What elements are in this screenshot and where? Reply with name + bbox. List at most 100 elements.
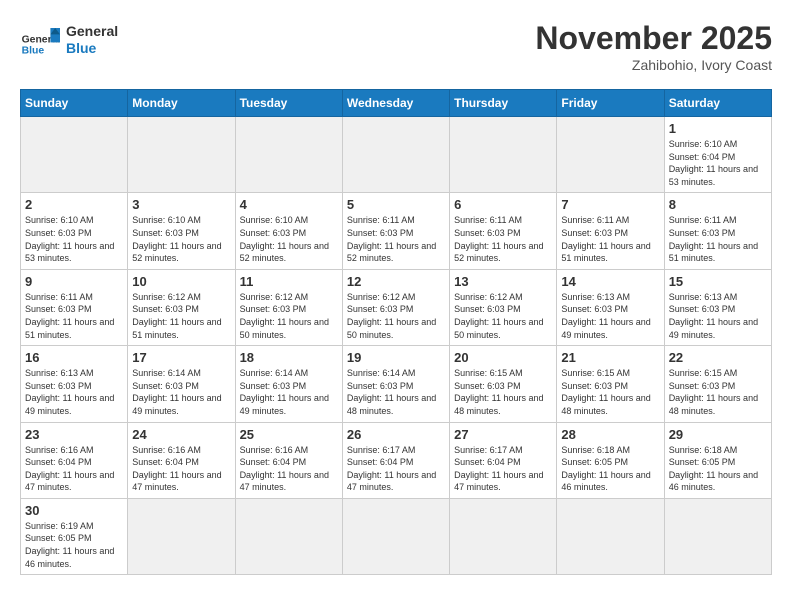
calendar-cell [664,498,771,574]
calendar-cell: 12 Sunrise: 6:12 AM Sunset: 6:03 PM Dayli… [342,269,449,345]
calendar-cell: 30 Sunrise: 6:19 AM Sunset: 6:05 PM Dayli… [21,498,128,574]
day-number: 6 [454,197,552,212]
day-info: Sunrise: 6:11 AM Sunset: 6:03 PM Dayligh… [25,291,123,341]
day-info: Sunrise: 6:17 AM Sunset: 6:04 PM Dayligh… [347,444,445,494]
day-info: Sunrise: 6:11 AM Sunset: 6:03 PM Dayligh… [669,214,767,264]
calendar-cell: 15 Sunrise: 6:13 AM Sunset: 6:03 PM Dayli… [664,269,771,345]
calendar-cell: 8 Sunrise: 6:11 AM Sunset: 6:03 PM Daylig… [664,193,771,269]
calendar-cell [557,498,664,574]
day-info: Sunrise: 6:19 AM Sunset: 6:05 PM Dayligh… [25,520,123,570]
svg-text:Blue: Blue [22,46,45,57]
calendar-week-1: 1 Sunrise: 6:10 AM Sunset: 6:04 PM Daylig… [21,117,772,193]
day-info: Sunrise: 6:10 AM Sunset: 6:04 PM Dayligh… [669,138,767,188]
day-info: Sunrise: 6:13 AM Sunset: 6:03 PM Dayligh… [561,291,659,341]
day-number: 13 [454,274,552,289]
calendar-cell: 14 Sunrise: 6:13 AM Sunset: 6:03 PM Dayli… [557,269,664,345]
calendar-week-4: 16 Sunrise: 6:13 AM Sunset: 6:03 PM Dayli… [21,346,772,422]
day-info: Sunrise: 6:17 AM Sunset: 6:04 PM Dayligh… [454,444,552,494]
calendar-body: 1 Sunrise: 6:10 AM Sunset: 6:04 PM Daylig… [21,117,772,575]
calendar-cell: 6 Sunrise: 6:11 AM Sunset: 6:03 PM Daylig… [450,193,557,269]
day-number: 2 [25,197,123,212]
day-info: Sunrise: 6:14 AM Sunset: 6:03 PM Dayligh… [240,367,338,417]
day-number: 16 [25,350,123,365]
day-number: 19 [347,350,445,365]
day-number: 7 [561,197,659,212]
day-info: Sunrise: 6:16 AM Sunset: 6:04 PM Dayligh… [240,444,338,494]
day-info: Sunrise: 6:12 AM Sunset: 6:03 PM Dayligh… [132,291,230,341]
day-info: Sunrise: 6:12 AM Sunset: 6:03 PM Dayligh… [454,291,552,341]
day-info: Sunrise: 6:13 AM Sunset: 6:03 PM Dayligh… [669,291,767,341]
calendar-cell: 4 Sunrise: 6:10 AM Sunset: 6:03 PM Daylig… [235,193,342,269]
day-number: 5 [347,197,445,212]
day-number: 14 [561,274,659,289]
day-number: 11 [240,274,338,289]
day-info: Sunrise: 6:15 AM Sunset: 6:03 PM Dayligh… [561,367,659,417]
day-number: 20 [454,350,552,365]
day-header-friday: Friday [557,90,664,117]
calendar-cell: 24Sunrise: 6:16 AM Sunset: 6:04 PM Dayli… [128,422,235,498]
calendar-cell: 22Sunrise: 6:15 AM Sunset: 6:03 PM Dayli… [664,346,771,422]
calendar-cell: 10Sunrise: 6:12 AM Sunset: 6:03 PM Dayli… [128,269,235,345]
day-info: Sunrise: 6:11 AM Sunset: 6:03 PM Dayligh… [561,214,659,264]
day-number: 4 [240,197,338,212]
logo-blue-text: Blue [66,40,118,57]
day-info: Sunrise: 6:10 AM Sunset: 6:03 PM Dayligh… [25,214,123,264]
title-block: November 2025 Zahibohio, Ivory Coast [535,20,772,73]
day-number: 27 [454,427,552,442]
calendar-table: SundayMondayTuesdayWednesdayThursdayFrid… [20,89,772,575]
day-number: 29 [669,427,767,442]
day-number: 22 [669,350,767,365]
day-number: 1 [669,121,767,136]
day-number: 18 [240,350,338,365]
calendar-cell: 9 Sunrise: 6:11 AM Sunset: 6:03 PM Daylig… [21,269,128,345]
calendar-cell: 21Sunrise: 6:15 AM Sunset: 6:03 PM Dayli… [557,346,664,422]
calendar-cell: 19 Sunrise: 6:14 AM Sunset: 6:03 PM Dayli… [342,346,449,422]
day-info: Sunrise: 6:12 AM Sunset: 6:03 PM Dayligh… [240,291,338,341]
day-number: 12 [347,274,445,289]
calendar-cell: 28Sunrise: 6:18 AM Sunset: 6:05 PM Dayli… [557,422,664,498]
calendar-cell: 29 Sunrise: 6:18 AM Sunset: 6:05 PM Dayli… [664,422,771,498]
day-info: Sunrise: 6:16 AM Sunset: 6:04 PM Dayligh… [132,444,230,494]
day-number: 30 [25,503,123,518]
logo-icon: General Blue [20,20,60,60]
day-header-wednesday: Wednesday [342,90,449,117]
day-of-week-row: SundayMondayTuesdayWednesdayThursdayFrid… [21,90,772,117]
page-header: General Blue General Blue November 2025 … [20,20,772,73]
day-info: Sunrise: 6:10 AM Sunset: 6:03 PM Dayligh… [240,214,338,264]
calendar-cell [342,117,449,193]
calendar-cell [557,117,664,193]
calendar-cell: 3Sunrise: 6:10 AM Sunset: 6:03 PM Daylig… [128,193,235,269]
calendar-cell [450,498,557,574]
day-number: 25 [240,427,338,442]
day-info: Sunrise: 6:12 AM Sunset: 6:03 PM Dayligh… [347,291,445,341]
calendar-cell: 27 Sunrise: 6:17 AM Sunset: 6:04 PM Dayli… [450,422,557,498]
calendar-week-2: 2 Sunrise: 6:10 AM Sunset: 6:03 PM Daylig… [21,193,772,269]
calendar-week-3: 9 Sunrise: 6:11 AM Sunset: 6:03 PM Daylig… [21,269,772,345]
calendar-cell: 25 Sunrise: 6:16 AM Sunset: 6:04 PM Dayli… [235,422,342,498]
day-info: Sunrise: 6:14 AM Sunset: 6:03 PM Dayligh… [347,367,445,417]
calendar-cell [235,498,342,574]
calendar-cell: 13 Sunrise: 6:12 AM Sunset: 6:03 PM Dayli… [450,269,557,345]
day-number: 9 [25,274,123,289]
day-info: Sunrise: 6:18 AM Sunset: 6:05 PM Dayligh… [561,444,659,494]
day-info: Sunrise: 6:18 AM Sunset: 6:05 PM Dayligh… [669,444,767,494]
day-info: Sunrise: 6:11 AM Sunset: 6:03 PM Dayligh… [454,214,552,264]
day-number: 15 [669,274,767,289]
calendar-cell: 17Sunrise: 6:14 AM Sunset: 6:03 PM Dayli… [128,346,235,422]
calendar-cell: 23 Sunrise: 6:16 AM Sunset: 6:04 PM Dayli… [21,422,128,498]
calendar-cell [128,498,235,574]
calendar-cell: 5 Sunrise: 6:11 AM Sunset: 6:03 PM Daylig… [342,193,449,269]
day-number: 23 [25,427,123,442]
day-info: Sunrise: 6:13 AM Sunset: 6:03 PM Dayligh… [25,367,123,417]
day-info: Sunrise: 6:15 AM Sunset: 6:03 PM Dayligh… [454,367,552,417]
month-title: November 2025 [535,20,772,57]
day-info: Sunrise: 6:16 AM Sunset: 6:04 PM Dayligh… [25,444,123,494]
day-number: 17 [132,350,230,365]
logo: General Blue General Blue [20,20,118,60]
calendar-cell: 18 Sunrise: 6:14 AM Sunset: 6:03 PM Dayli… [235,346,342,422]
calendar-cell [450,117,557,193]
day-info: Sunrise: 6:11 AM Sunset: 6:03 PM Dayligh… [347,214,445,264]
calendar-cell: 11 Sunrise: 6:12 AM Sunset: 6:03 PM Dayli… [235,269,342,345]
day-number: 8 [669,197,767,212]
day-number: 26 [347,427,445,442]
